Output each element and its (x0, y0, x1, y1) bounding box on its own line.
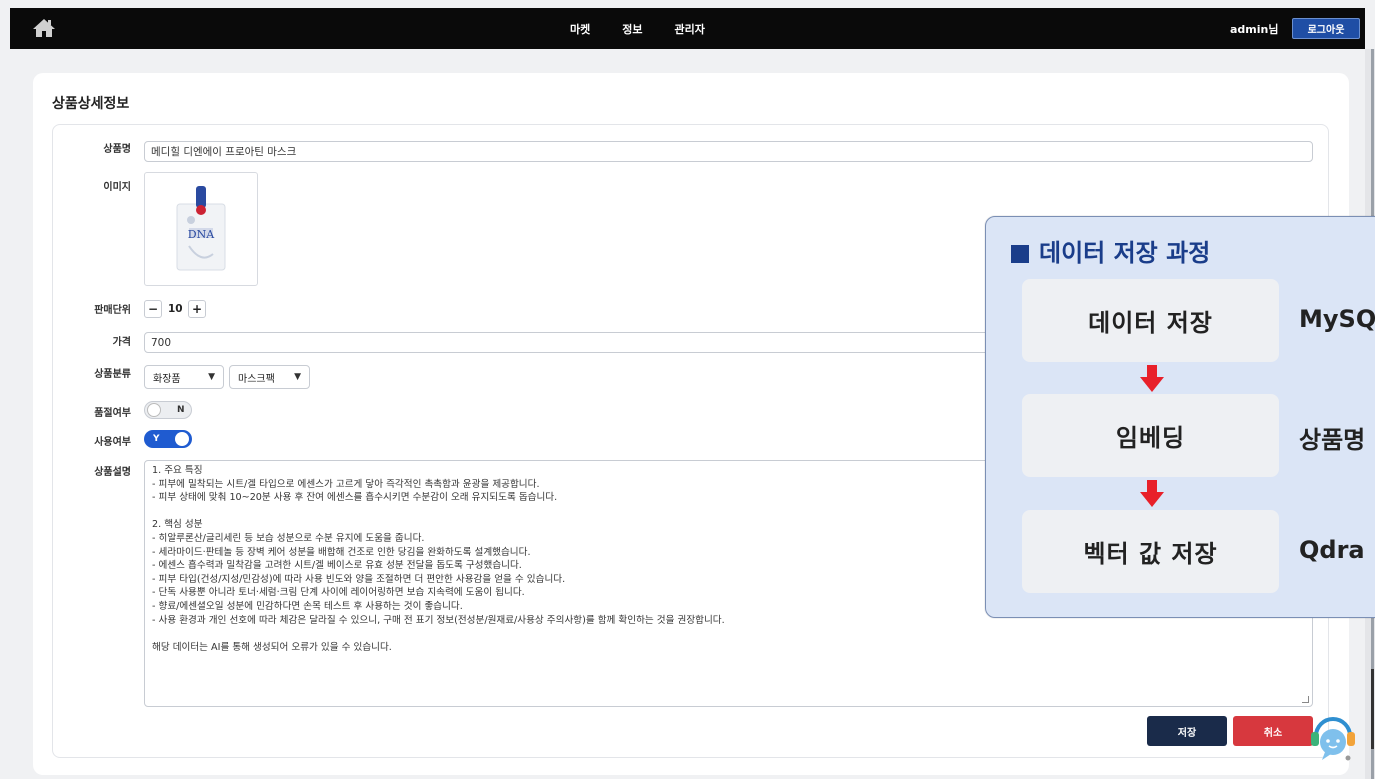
user-greeting: admin님 (1230, 23, 1279, 36)
step-side-label: 상품명 (1299, 426, 1366, 454)
sale-unit-value[interactable]: 10 (168, 303, 183, 315)
mask-pack-image: DNA (176, 186, 226, 271)
arrow-down-icon (1140, 365, 1164, 392)
overlay-title-text: 데이터 저장 과정 (1039, 239, 1211, 267)
desc-line (152, 627, 1305, 641)
top-navigation-bar: 마켓 정보 관리자 admin님 로그아웃 (10, 8, 1365, 49)
scrollbar-thumb[interactable] (1371, 669, 1374, 749)
soldout-toggle[interactable]: N (144, 401, 192, 419)
desc-line: 해당 데이터는 AI를 통해 생성되어 오류가 있을 수 있습니다. (152, 641, 392, 653)
arrow-down-icon (1140, 480, 1164, 507)
step-side-label: MySQ (1299, 305, 1375, 333)
save-button[interactable]: 저장 (1147, 716, 1227, 746)
sale-unit-label: 판매단위 (94, 305, 131, 316)
soldout-label: 품절여부 (94, 408, 131, 419)
main-nav: 마켓 정보 관리자 (570, 8, 705, 49)
cancel-button[interactable]: 취소 (1233, 716, 1313, 746)
use-label: 사용여부 (94, 437, 131, 448)
image-label: 이미지 (103, 182, 131, 193)
category-select-1-value: 화장품 (153, 373, 181, 385)
description-label: 상품설명 (94, 467, 131, 478)
decrement-button[interactable]: − (144, 300, 162, 318)
square-bullet-icon (1011, 245, 1029, 263)
price-input[interactable]: 700 (144, 332, 994, 353)
category-label: 상품분류 (94, 369, 131, 380)
chevron-down-icon: ▼ (208, 372, 215, 382)
logout-button[interactable]: 로그아웃 (1292, 18, 1360, 39)
use-value: Y (153, 434, 160, 444)
home-icon[interactable] (32, 18, 56, 38)
step-side-label: Qdra (1299, 536, 1365, 564)
data-save-process-panel: 데이터 저장 과정 데이터 저장 MySQ 임베딩 상품명 벡터 값 저장 Qd… (985, 216, 1375, 618)
step-box-vector-save: 벡터 값 저장 (1022, 510, 1279, 593)
category-select-2[interactable]: 마스크팩 ▼ (229, 365, 310, 389)
soldout-value: N (177, 405, 185, 415)
use-toggle[interactable]: Y (144, 430, 192, 448)
nav-link-market[interactable]: 마켓 (570, 21, 590, 37)
step-box-data-save: 데이터 저장 (1022, 279, 1279, 362)
category-select-2-value: 마스크팩 (238, 373, 275, 385)
overlay-title: 데이터 저장 과정 (1011, 233, 1210, 268)
sale-unit-stepper: − 10 + (144, 299, 206, 319)
product-name-label: 상품명 (103, 144, 131, 155)
product-image[interactable]: DNA (144, 172, 258, 286)
image-brand-text: DNA (188, 228, 215, 241)
page-title: 상품상세정보 (52, 96, 130, 112)
nav-link-admin[interactable]: 관리자 (675, 21, 705, 37)
step-box-embedding: 임베딩 (1022, 394, 1279, 477)
price-label: 가격 (112, 337, 131, 348)
toggle-knob (175, 432, 189, 446)
toggle-knob (147, 403, 161, 417)
nav-link-info[interactable]: 정보 (622, 21, 642, 37)
chevron-down-icon: ▼ (294, 372, 301, 382)
product-name-input[interactable]: 메디힐 디엔에이 프로아틴 마스크 (144, 141, 1313, 162)
resize-handle-icon[interactable] (1302, 696, 1309, 703)
increment-button[interactable]: + (188, 300, 206, 318)
category-select-1[interactable]: 화장품 ▼ (144, 365, 224, 389)
chatbot-icon[interactable] (1308, 708, 1358, 766)
